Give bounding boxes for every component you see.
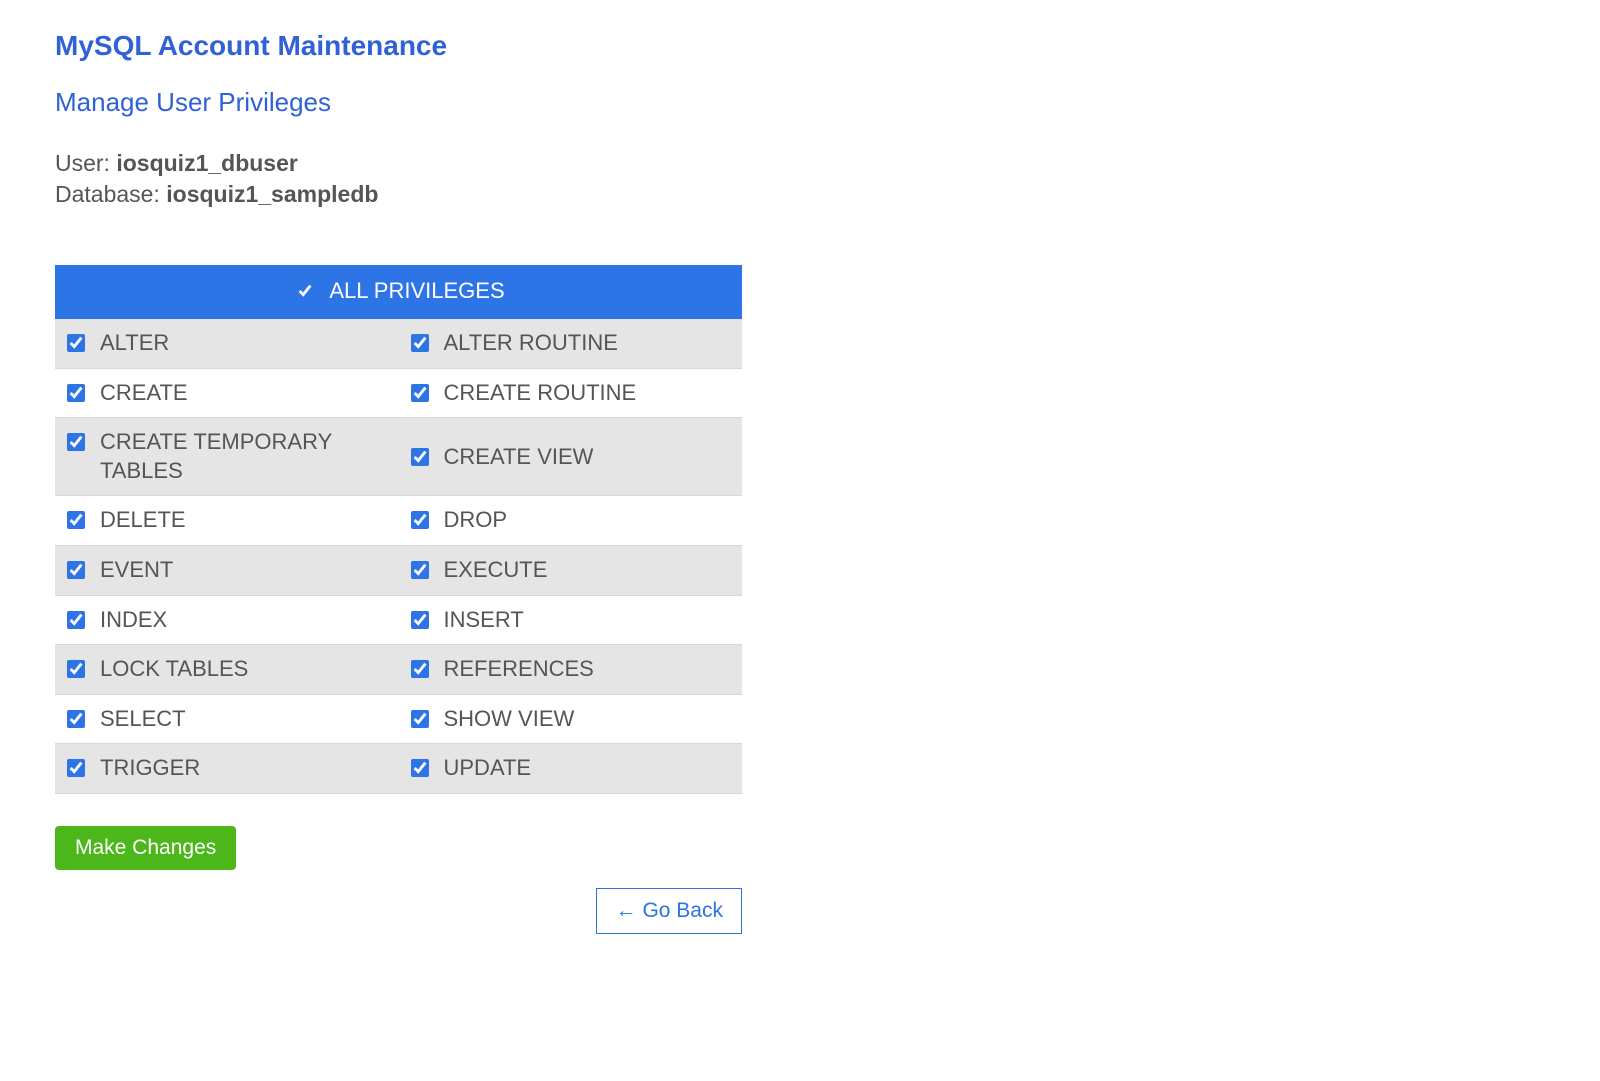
go-back-button[interactable]: ← Go Back bbox=[596, 888, 742, 934]
privilege-checkbox[interactable] bbox=[67, 710, 85, 728]
privilege-checkbox[interactable] bbox=[411, 710, 429, 728]
privilege-cell[interactable]: ALTER bbox=[63, 329, 391, 358]
privilege-cell[interactable]: DELETE bbox=[63, 506, 391, 535]
privilege-cell[interactable]: CREATE ROUTINE bbox=[407, 379, 735, 408]
go-back-label: Go Back bbox=[642, 899, 723, 922]
privilege-cell[interactable]: SELECT bbox=[63, 705, 391, 734]
privilege-checkbox[interactable] bbox=[411, 561, 429, 579]
privilege-label: UPDATE bbox=[444, 754, 532, 783]
privilege-label: INSERT bbox=[444, 606, 524, 635]
privilege-label: EVENT bbox=[100, 556, 173, 585]
privilege-cell[interactable]: EXECUTE bbox=[407, 556, 735, 585]
privilege-checkbox[interactable] bbox=[411, 511, 429, 529]
privilege-row: TRIGGER UPDATE bbox=[55, 744, 742, 794]
privilege-label: SHOW VIEW bbox=[444, 705, 575, 734]
privilege-cell[interactable]: INSERT bbox=[407, 606, 735, 635]
database-value: iosquiz1_sampledb bbox=[166, 181, 378, 207]
make-changes-button[interactable]: Make Changes bbox=[55, 826, 236, 870]
privilege-checkbox[interactable] bbox=[411, 611, 429, 629]
privilege-label: INDEX bbox=[100, 606, 167, 635]
privilege-label: DELETE bbox=[100, 506, 186, 535]
all-privileges-row: ALL PRIVILEGES bbox=[55, 265, 742, 319]
privilege-cell[interactable]: REFERENCES bbox=[407, 655, 735, 684]
user-value: iosquiz1_dbuser bbox=[116, 150, 297, 176]
privilege-cell[interactable]: ALTER ROUTINE bbox=[407, 329, 735, 358]
privilege-row: CREATE CREATE ROUTINE bbox=[55, 368, 742, 418]
privilege-checkbox[interactable] bbox=[411, 334, 429, 352]
privilege-label: CREATE TEMPORARY TABLES bbox=[100, 428, 391, 485]
sub-title: Manage User Privileges bbox=[55, 87, 1545, 118]
privilege-cell[interactable]: TRIGGER bbox=[63, 754, 391, 783]
privilege-label: EXECUTE bbox=[444, 556, 548, 585]
privilege-cell[interactable]: DROP bbox=[407, 506, 735, 535]
page-title: MySQL Account Maintenance bbox=[55, 30, 1545, 62]
privilege-label: REFERENCES bbox=[444, 655, 594, 684]
privilege-checkbox[interactable] bbox=[411, 384, 429, 402]
privilege-cell[interactable]: UPDATE bbox=[407, 754, 735, 783]
privilege-row: SELECT SHOW VIEW bbox=[55, 694, 742, 744]
privilege-cell[interactable]: SHOW VIEW bbox=[407, 705, 735, 734]
privilege-checkbox[interactable] bbox=[67, 561, 85, 579]
privilege-label: CREATE ROUTINE bbox=[444, 379, 637, 408]
privilege-checkbox[interactable] bbox=[67, 660, 85, 678]
privilege-cell[interactable]: CREATE bbox=[63, 379, 391, 408]
privilege-checkbox[interactable] bbox=[67, 433, 85, 451]
privilege-label: LOCK TABLES bbox=[100, 655, 248, 684]
all-privileges-label: ALL PRIVILEGES bbox=[329, 278, 504, 304]
privilege-checkbox[interactable] bbox=[67, 334, 85, 352]
privilege-checkbox[interactable] bbox=[411, 448, 429, 466]
privilege-cell[interactable]: CREATE TEMPORARY TABLES bbox=[63, 428, 391, 485]
privilege-cell[interactable]: INDEX bbox=[63, 606, 391, 635]
privilege-checkbox[interactable] bbox=[67, 759, 85, 777]
user-db-meta: User: iosquiz1_dbuser Database: iosquiz1… bbox=[55, 148, 1545, 210]
privilege-label: SELECT bbox=[100, 705, 186, 734]
privilege-row: INDEX INSERT bbox=[55, 595, 742, 645]
database-label: Database: bbox=[55, 181, 166, 207]
privilege-checkbox[interactable] bbox=[67, 384, 85, 402]
all-privileges-checkbox[interactable] bbox=[296, 282, 314, 300]
privilege-label: DROP bbox=[444, 506, 508, 535]
privilege-cell[interactable]: LOCK TABLES bbox=[63, 655, 391, 684]
privilege-label: CREATE VIEW bbox=[444, 443, 594, 472]
privilege-checkbox[interactable] bbox=[411, 759, 429, 777]
privilege-label: ALTER ROUTINE bbox=[444, 329, 618, 358]
privilege-checkbox[interactable] bbox=[411, 660, 429, 678]
privilege-row: LOCK TABLES REFERENCES bbox=[55, 645, 742, 695]
privileges-table: ALL PRIVILEGES ALTERALTER ROUTINECREATEC… bbox=[55, 265, 742, 794]
privilege-row: CREATE TEMPORARY TABLES CREATE VIEW bbox=[55, 418, 742, 496]
privilege-checkbox[interactable] bbox=[67, 511, 85, 529]
privilege-cell[interactable]: CREATE VIEW bbox=[407, 443, 735, 472]
privilege-cell[interactable]: EVENT bbox=[63, 556, 391, 585]
arrow-left-icon: ← bbox=[615, 899, 636, 922]
user-label: User: bbox=[55, 150, 116, 176]
privilege-row: DELETE DROP bbox=[55, 496, 742, 546]
privilege-label: TRIGGER bbox=[100, 754, 200, 783]
privilege-checkbox[interactable] bbox=[67, 611, 85, 629]
privilege-label: ALTER bbox=[100, 329, 169, 358]
privilege-label: CREATE bbox=[100, 379, 188, 408]
privilege-row: EVENT EXECUTE bbox=[55, 546, 742, 596]
privilege-row: ALTER ALTER ROUTINE bbox=[55, 319, 742, 368]
